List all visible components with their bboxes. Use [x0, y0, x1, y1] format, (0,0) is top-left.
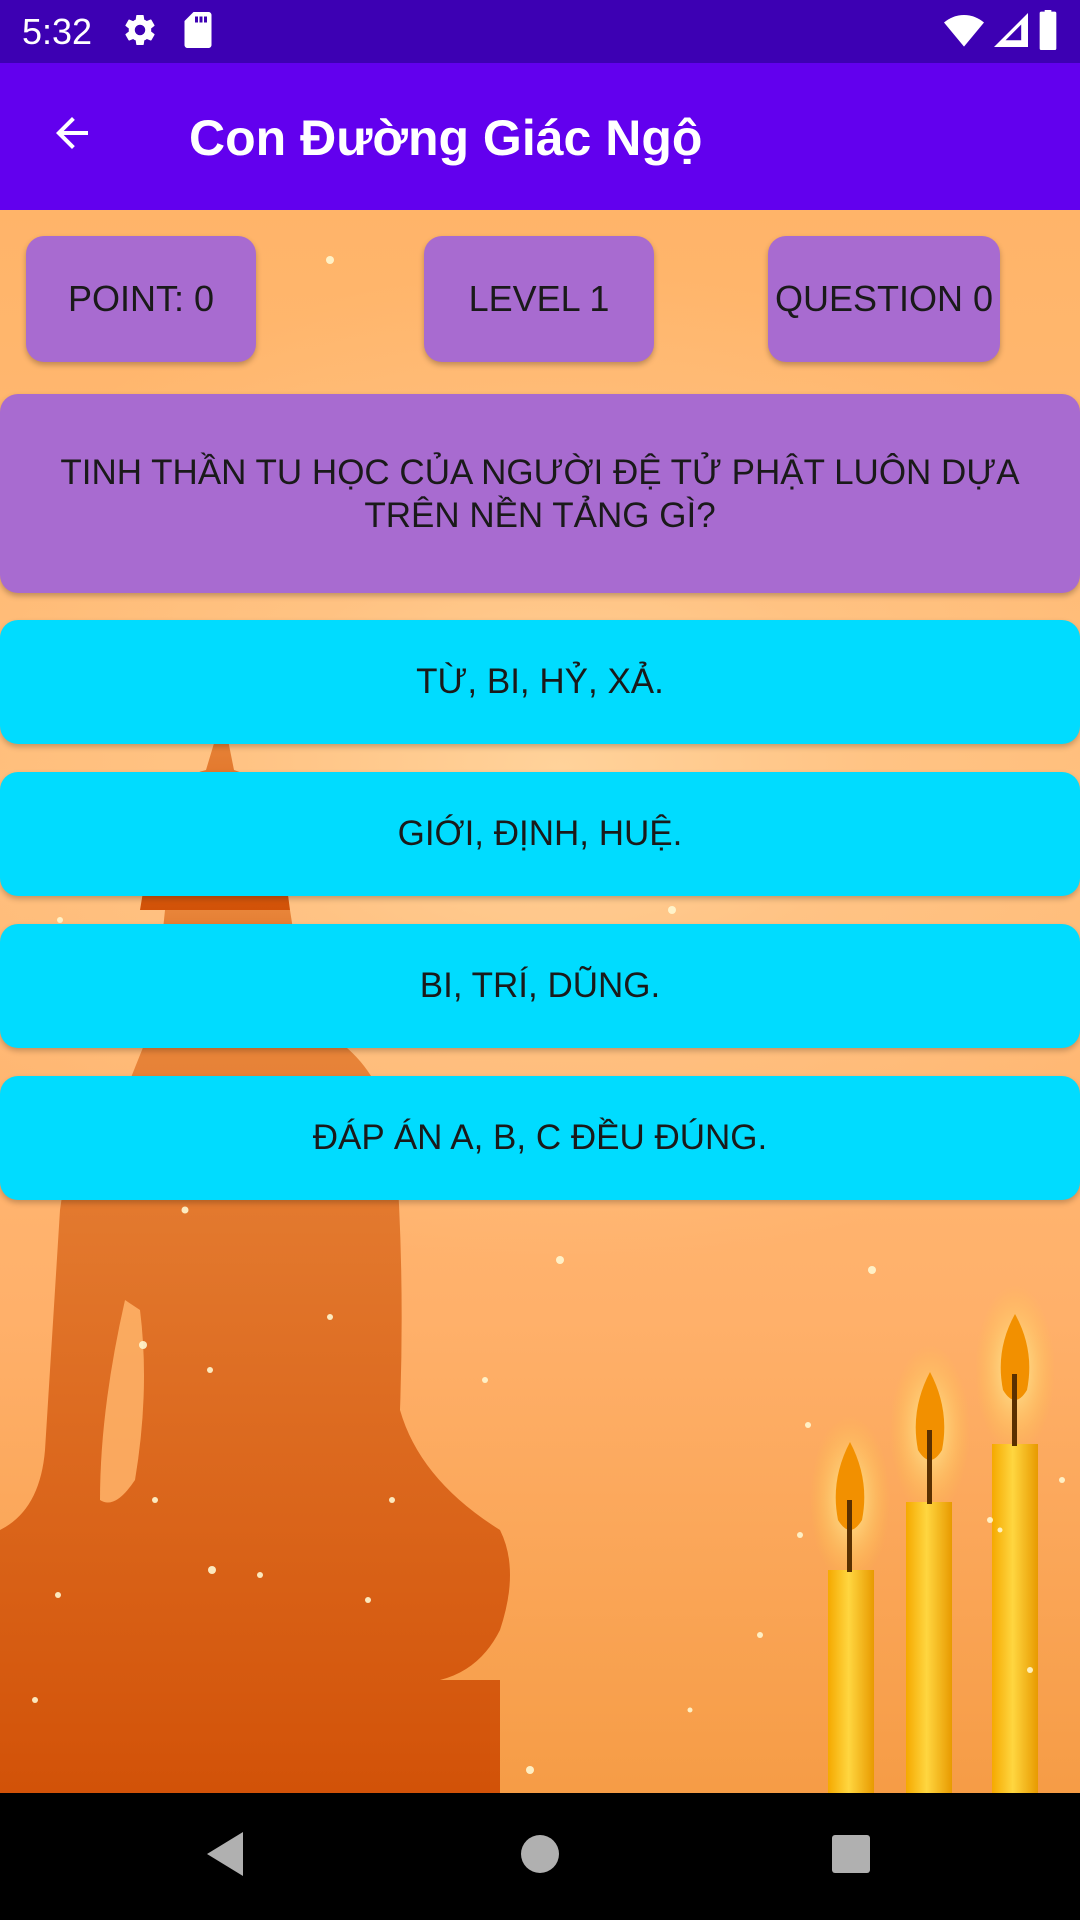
back-button[interactable] [40, 103, 104, 167]
nav-back-button[interactable] [192, 1823, 258, 1889]
level-display: LEVEL 1 [424, 236, 654, 362]
recents-square-icon [830, 1833, 872, 1880]
back-triangle-icon [203, 1830, 247, 1883]
point-display: POINT: 0 [26, 236, 256, 362]
nav-home-button[interactable] [507, 1823, 573, 1889]
screen: 5:32 Con Đường Giác Ngộ POINT: 0 LEVEL 1… [0, 0, 1080, 1920]
answer-button-a[interactable]: TỪ, BI, HỶ, XẢ. [0, 620, 1080, 744]
question-counter: QUESTION 0 [768, 236, 1000, 362]
settings-icon [122, 12, 158, 53]
nav-recents-button[interactable] [818, 1823, 884, 1889]
app-title: Con Đường Giác Ngộ [189, 110, 703, 166]
candles [810, 1285, 1055, 1793]
question-card: TINH THẦN TU HỌC CỦA NGƯỜI ĐỆ TỬ PHẬT LU… [0, 394, 1080, 593]
home-circle-icon [519, 1833, 561, 1880]
battery-icon [1038, 10, 1058, 55]
sd-card-icon [182, 12, 214, 53]
navigation-bar [0, 1793, 1080, 1920]
signal-icon [994, 12, 1028, 53]
app-bar: Con Đường Giác Ngộ [0, 63, 1080, 210]
status-time: 5:32 [22, 11, 93, 52]
arrow-back-icon [48, 109, 96, 162]
answer-button-b[interactable]: GIỚI, ĐỊNH, HUỆ. [0, 772, 1080, 896]
wifi-icon [944, 12, 984, 53]
answer-button-c[interactable]: BI, TRÍ, DŨNG. [0, 924, 1080, 1048]
question-text: TINH THẦN TU HỌC CỦA NGƯỜI ĐỆ TỬ PHẬT LU… [60, 452, 1020, 535]
status-bar: 5:32 [0, 0, 1080, 63]
answer-button-d[interactable]: ĐÁP ÁN A, B, C ĐỀU ĐÚNG. [0, 1076, 1080, 1200]
